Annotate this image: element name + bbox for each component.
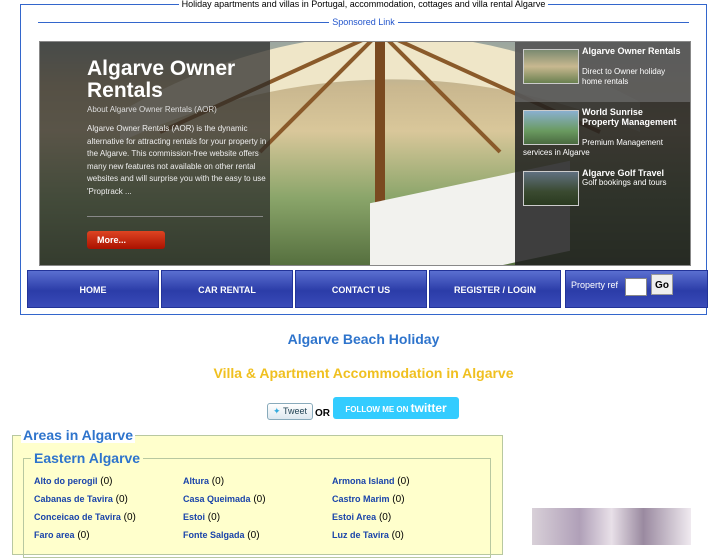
area-link[interactable]: Alto do perogil: [34, 476, 98, 486]
list-item: Alto do perogil (0): [34, 476, 113, 487]
featured-slider[interactable]: Algarve Owner Rentals About Algarve Owne…: [39, 41, 691, 266]
feature-subtitle: About Algarve Owner Rentals (AOR): [87, 105, 217, 114]
twitter-bird-icon: ✦: [273, 406, 281, 416]
page-title: Algarve Beach Holiday: [287, 331, 440, 347]
feature-description: Algarve Owner Rentals (AOR) is the dynam…: [87, 124, 267, 196]
area-link[interactable]: Estoi: [183, 512, 205, 522]
property-ref-input[interactable]: [625, 278, 647, 296]
list-item: Fonte Salgada (0): [183, 530, 260, 541]
feature-panel: Algarve Owner Rentals About Algarve Owne…: [40, 42, 270, 265]
main-nav: HOME CAR RENTAL CONTACT US REGISTER / LO…: [27, 270, 708, 308]
feature-divider: [87, 216, 263, 217]
follow-twitter-button[interactable]: FOLLOW ME ON twitter: [333, 397, 459, 419]
area-link[interactable]: Estoi Area: [332, 512, 376, 522]
or-label: OR: [315, 408, 330, 419]
area-link[interactable]: Altura: [183, 476, 209, 486]
thumb-image: [523, 49, 579, 84]
thumb-desc: Direct to Owner holiday home rentals: [582, 67, 666, 86]
list-item: Luz de Tavira (0): [332, 530, 404, 541]
more-button[interactable]: More...: [87, 231, 165, 249]
nav-home[interactable]: HOME: [27, 270, 159, 308]
list-item: Altura (0): [183, 476, 225, 487]
side-photo: [532, 508, 691, 545]
list-item: Estoi Area (0): [332, 512, 392, 523]
site-tagline: Holiday apartments and villas in Portuga…: [0, 0, 727, 9]
sponsored-label: Sponsored Link: [0, 17, 727, 27]
thumb-title: Algarve Owner Rentals: [582, 46, 681, 56]
nav-contact-us[interactable]: CONTACT US: [295, 270, 427, 308]
page-subtitle: Villa & Apartment Accommodation in Algar…: [213, 365, 514, 381]
thumb-image: [523, 171, 579, 206]
area-link[interactable]: Castro Marim: [332, 494, 390, 504]
thumb-desc: Premium Management services in Algarve: [523, 138, 663, 157]
eastern-algarve-group: Eastern Algarve: [23, 450, 491, 558]
property-search: Property ref Go: [565, 270, 708, 308]
nav-car-rental[interactable]: CAR RENTAL: [161, 270, 293, 308]
slider-thumbnails: Algarve Owner Rentals Direct to Owner ho…: [515, 42, 690, 265]
nav-register-login[interactable]: REGISTER / LOGIN: [429, 270, 561, 308]
list-item: Casa Queimada (0): [183, 494, 266, 505]
area-link[interactable]: Luz de Tavira: [332, 530, 389, 540]
area-link[interactable]: Conceicao de Tavira: [34, 512, 121, 522]
feature-title: Algarve Owner Rentals: [87, 57, 236, 102]
list-item: Armona Island (0): [332, 476, 410, 487]
property-ref-label: Property ref: [571, 280, 619, 290]
area-link[interactable]: Casa Queimada: [183, 494, 251, 504]
area-link[interactable]: Cabanas de Tavira: [34, 494, 113, 504]
list-item: Estoi (0): [183, 512, 221, 523]
thumb-title: Algarve Golf Travel: [582, 168, 665, 178]
areas-heading: Areas in Algarve: [21, 427, 135, 443]
thumb-algarve-owner-rentals[interactable]: Algarve Owner Rentals Direct to Owner ho…: [515, 42, 690, 102]
area-link[interactable]: Faro area: [34, 530, 75, 540]
thumb-title: World Sunrise Property Management: [582, 107, 677, 127]
thumb-algarve-golf[interactable]: Algarve Golf Travel Golf bookings and to…: [515, 166, 690, 206]
tweet-button[interactable]: ✦ Tweet: [267, 403, 313, 420]
thumb-desc: Golf bookings and tours: [582, 178, 667, 187]
list-item: Castro Marim (0): [332, 494, 405, 505]
areas-panel: Areas in Algarve Eastern Algarve Alto do…: [12, 427, 503, 558]
list-item: Conceicao de Tavira (0): [34, 512, 136, 523]
thumb-world-sunrise[interactable]: World Sunrise Property Management Premiu…: [515, 105, 690, 163]
list-item: Cabanas de Tavira (0): [34, 494, 128, 505]
area-link[interactable]: Armona Island: [332, 476, 395, 486]
area-link[interactable]: Fonte Salgada: [183, 530, 245, 540]
region-heading: Eastern Algarve: [31, 450, 144, 466]
go-button[interactable]: Go: [651, 274, 673, 295]
list-item: Faro area (0): [34, 530, 90, 541]
